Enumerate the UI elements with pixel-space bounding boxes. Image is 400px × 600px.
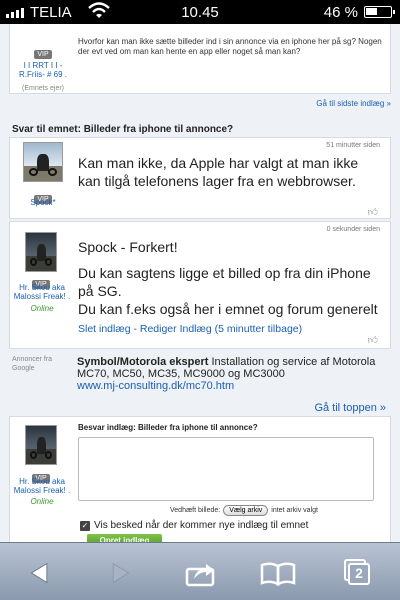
go-to-top-link[interactable]: Gå til toppen » [314,402,386,414]
topic-owner-info: VIP I I RRT I I -R.Friis- # 69 . (Emnets… [12,24,74,92]
post-text-line: Du kan sagtens ligge et billed op fra di… [78,265,371,299]
browser-toolbar: 2 [0,542,400,600]
google-ad: Annoncer fra Google Symbol/Motorola eksp… [9,353,391,401]
like-thumb-icon[interactable]: 👍︎ [368,206,378,218]
avatar[interactable] [23,142,63,182]
no-file-text: intet arkiv valgt [271,507,318,514]
post-body: Spock - Forkert! Du kan sagtens ligge et… [78,238,383,335]
status-bar: TELIA 10.45 46 % [0,0,400,24]
post-text-line: Du kan f.eks også her i emnet og forum g… [78,301,378,317]
attach-row: Vedhæft billede: Vælg arkiv intet arkiv … [170,505,318,516]
avatar[interactable] [25,232,57,272]
forward-arrow-icon[interactable] [108,559,132,587]
ad-title[interactable]: Symbol/Motorola ekspert [77,356,208,368]
battery-icon [364,6,395,18]
post-text: Kan man ikke, da Apple har valgt at man … [78,155,359,189]
reply-textarea[interactable] [78,437,374,501]
bookmarks-icon[interactable] [260,559,296,587]
post-username[interactable]: Hr. Skou aka Malossi Freak! . [11,283,73,301]
online-status: Online [30,497,54,506]
avatar[interactable] [25,425,57,465]
ad-text[interactable]: Symbol/Motorola ekspert Installation og … [77,356,387,392]
last-post-link[interactable]: Gå til sidste indlæg » [316,99,391,108]
like-thumb-icon[interactable]: 👍︎ [368,334,378,346]
post-timestamp: 51 minutter siden [326,142,380,149]
submit-post-button[interactable]: Opret indlæg [87,534,162,542]
notify-checkbox[interactable]: ✓ [80,520,90,531]
share-icon[interactable] [184,559,218,587]
reply-heading: Svar til emnet: Billeder fra iphone til … [12,124,234,135]
online-status: Online [30,304,54,313]
tabs-button[interactable]: 2 [340,559,370,587]
reply-form-title: Besvar indlæg: Billeder fra iphone til a… [78,423,258,432]
ad-url[interactable]: www.mj-consulting.dk/mc70.htm [77,380,387,392]
edit-post-link[interactable]: Rediger Indlæg (5 minutter tilbage) [140,323,302,335]
reply-username[interactable]: Hr. Skou aka Malossi Freak! . [11,477,73,495]
topic-question-text: Hvorfor kan man ikke sætte billeder ind … [78,37,382,56]
post-timestamp: 0 sekunder siden [326,226,380,233]
link-separator: - [130,323,140,335]
topic-post: VIP I I RRT I I -R.Friis- # 69 . (Emnets… [9,24,391,94]
notify-row: ✓ Vis besked når der kommer nye indlæg t… [80,520,308,531]
attach-label: Vedhæft billede: [170,507,221,514]
topic-owner-username[interactable]: I I RRT I I -R.Friis- # 69 . [12,61,74,79]
delete-post-link[interactable]: Slet indlæg [78,323,131,335]
post-hr-skou: 0 sekunder siden VIP Hr. Skou aka Maloss… [9,221,391,349]
battery-percent: 46 % [323,4,358,21]
topic-owner-label: (Emnets ejer) [21,85,64,92]
post-username[interactable]: Spock* [13,198,73,207]
choose-file-button[interactable]: Vælg arkiv [223,505,269,516]
post-spock: 51 minutter siden VIP Spock* Kan man ikk… [9,137,391,219]
vip-badge: VIP [34,50,52,59]
post-text-line: Spock - Forkert! [78,239,178,255]
notify-label: Vis besked når der kommer nye indlæg til… [94,520,309,531]
open-pages-count: 2 [355,565,363,581]
ad-label: Annoncer fra Google [12,356,53,372]
back-arrow-icon[interactable] [28,559,52,587]
web-page[interactable]: VIP I I RRT I I -R.Friis- # 69 . (Emnets… [0,24,400,542]
